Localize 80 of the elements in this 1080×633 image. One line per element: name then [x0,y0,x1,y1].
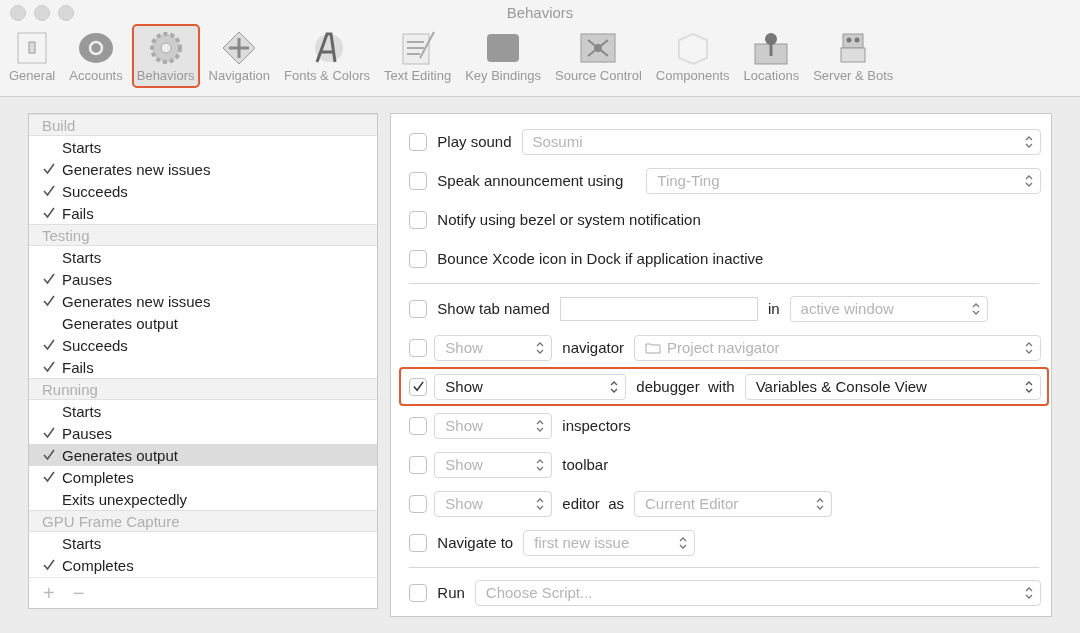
event-item[interactable]: Generates new issues [29,290,378,312]
checkbox[interactable] [409,494,428,513]
event-item[interactable]: Pauses [29,268,378,290]
section-header: GPU Frame Capture [29,510,378,532]
popup-button[interactable]: Show [434,451,553,478]
option-label: Show tab named [437,300,550,317]
event-item[interactable]: Fails [29,202,378,224]
option-label: Notify using bezel or system notification [437,211,701,228]
option-label: Run [437,584,465,601]
option-label: inspectors [562,417,631,434]
checkbox[interactable] [409,249,428,268]
event-item[interactable]: Completes [29,466,378,488]
close-button[interactable] [10,5,26,21]
event-item[interactable]: Succeeds [29,334,378,356]
tab-name-field[interactable] [559,296,758,321]
event-item[interactable]: Exits unexpectedly [29,488,378,510]
toolbar-tab[interactable]: General [4,24,61,88]
toolbar-tab[interactable]: Key Bindings [460,24,547,88]
popup-button[interactable]: Show [434,334,553,361]
popup-button[interactable]: Current Editor [634,490,832,517]
section-header: Testing [29,224,378,246]
option-label: navigator [562,339,624,356]
folder-icon [645,341,661,354]
popup-button[interactable]: Show [434,373,627,400]
event-item[interactable]: Completes [29,554,378,576]
popup-button[interactable]: Variables & Console View [744,373,1041,400]
toolbar-tab[interactable]: Behaviors [131,24,200,88]
option-label: in [767,300,780,317]
checkbox[interactable] [409,338,428,357]
at-sign-icon [76,30,116,66]
toolbar-tab[interactable]: Navigation [203,24,275,88]
event-item[interactable]: Generates new issues [29,158,378,180]
event-item[interactable]: Starts [29,400,378,422]
event-item[interactable]: Generates output [29,444,378,466]
option-label: debugger with [636,378,735,395]
event-item[interactable]: Pauses [29,422,378,444]
option-label: Speak announcement using [437,172,624,189]
option-label: Play sound [437,133,512,150]
option-label: Navigate to [437,534,514,551]
option-label: Bounce Xcode icon in Dock if application inactive [437,250,764,267]
popup-button[interactable]: first new issue [523,529,696,556]
checkbox[interactable] [409,132,428,151]
zoom-button[interactable] [58,5,74,21]
remove-button[interactable]: − [68,581,89,605]
toolbar-tab[interactable]: Accounts [64,24,128,88]
minimize-button[interactable] [34,5,50,21]
checkbox[interactable] [409,299,428,318]
popup-button[interactable]: Project navigator [634,334,1041,361]
popup-button[interactable]: Show [434,412,553,439]
popup-button[interactable]: Show [434,490,553,517]
event-item[interactable]: Fails [29,356,378,378]
event-item[interactable]: Starts [29,246,378,268]
section-header: Build [29,114,378,136]
toolbar-tab[interactable]: Components [650,24,735,88]
popup-button[interactable]: Sosumi [521,128,1041,155]
toolbar-tab[interactable]: Locations [738,24,805,88]
popup-button[interactable]: Choose Script... [474,579,1041,606]
option-label: editor as [562,495,624,512]
toolbar-tab[interactable]: Fonts & Colors [279,24,375,88]
checkbox[interactable] [409,416,428,435]
checkbox[interactable] [409,533,428,552]
toolbar-tab[interactable]: Server & Bots [808,24,899,88]
option-label: toolbar [562,456,609,473]
checkbox[interactable] [409,583,428,602]
event-item[interactable]: Starts [29,136,378,158]
window-title: Behaviors [506,3,574,21]
toolbar-tab[interactable]: Source Control [550,24,647,88]
event-item[interactable]: Generates output [29,312,378,334]
checkbox[interactable] [409,210,428,229]
popup-button[interactable]: Ting-Ting [646,167,1041,194]
section-header: Running [29,378,378,400]
safe-icon [578,30,619,66]
checkbox[interactable] [409,455,428,474]
event-item[interactable]: Succeeds [29,180,378,202]
event-item[interactable]: Starts [29,532,378,554]
add-button[interactable]: + [39,581,59,605]
toolbar-tab[interactable]: Text Editing [378,24,457,88]
checkbox[interactable] [409,171,428,190]
popup-button[interactable]: active window [789,295,988,322]
checkbox[interactable] [409,377,428,396]
